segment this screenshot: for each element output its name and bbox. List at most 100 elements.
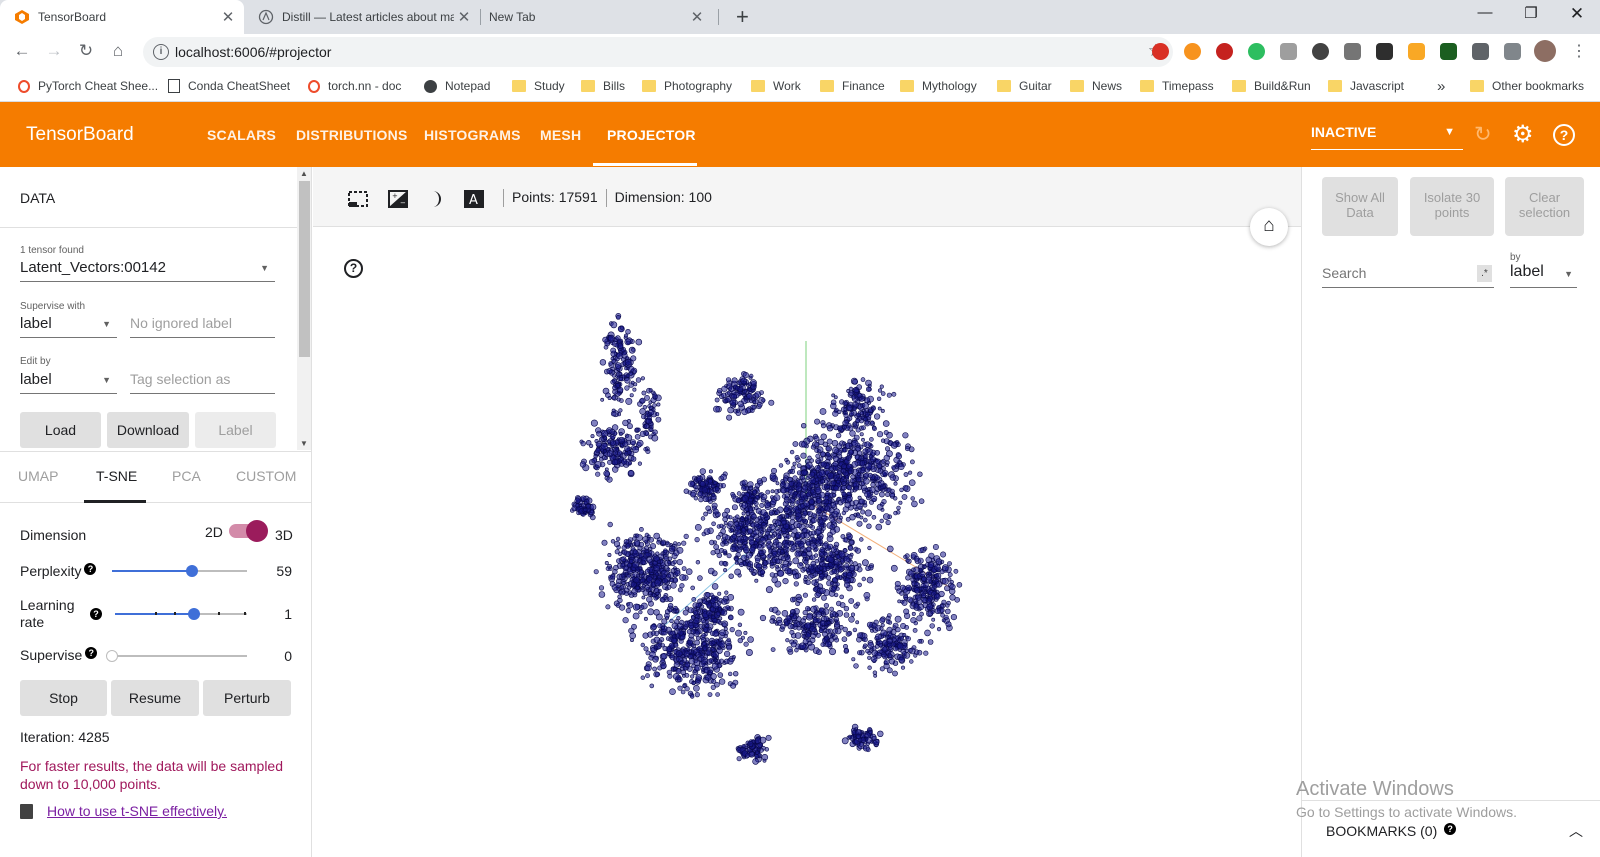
embedding-point[interactable] (722, 622, 727, 628)
embedding-point[interactable] (896, 505, 901, 511)
embedding-point[interactable] (713, 544, 720, 550)
embedding-point[interactable] (885, 519, 891, 526)
embedding-point[interactable] (636, 427, 641, 432)
embedding-point[interactable] (802, 592, 809, 598)
embedding-point[interactable] (612, 450, 618, 456)
bookmark-conda-cheatsheet[interactable]: Conda CheatSheet (168, 77, 290, 95)
embedding-point[interactable] (645, 650, 651, 656)
embedding-point[interactable] (610, 574, 616, 580)
embedding-point[interactable] (857, 582, 862, 588)
embedding-point[interactable] (911, 611, 916, 616)
embedding-point[interactable] (770, 489, 775, 494)
embedding-point[interactable] (878, 642, 884, 648)
embedding-point[interactable] (787, 562, 792, 567)
embedding-point[interactable] (893, 510, 898, 516)
embedding-point[interactable] (884, 446, 890, 452)
embedding-point[interactable] (614, 362, 622, 369)
embedding-point[interactable] (652, 393, 658, 400)
embedding-point[interactable] (606, 450, 614, 458)
embedding-point[interactable] (711, 583, 719, 590)
embedding-point[interactable] (693, 684, 700, 692)
embedding-point[interactable] (917, 603, 925, 611)
embedding-point[interactable] (820, 451, 826, 457)
embedding-point[interactable] (880, 623, 885, 628)
embedding-point[interactable] (702, 645, 708, 651)
embedding-point[interactable] (642, 405, 648, 410)
embedding-point[interactable] (761, 476, 767, 483)
embedding-point[interactable] (846, 533, 853, 540)
embedding-point[interactable] (648, 405, 653, 410)
embedding-point[interactable] (821, 594, 827, 601)
embedding-point[interactable] (842, 400, 848, 407)
embedding-point[interactable] (590, 434, 595, 439)
embedding-point[interactable] (831, 585, 837, 591)
embedding-point[interactable] (824, 505, 831, 512)
embedding-point[interactable] (662, 595, 668, 601)
embedding-point[interactable] (651, 434, 659, 442)
embedding-point[interactable] (627, 365, 635, 373)
embedding-point[interactable] (818, 628, 824, 633)
embedding-point[interactable] (840, 468, 847, 474)
embedding-point[interactable] (632, 603, 640, 611)
embedding-point[interactable] (677, 685, 683, 691)
embedding-point[interactable] (676, 676, 683, 683)
embedding-point[interactable] (650, 630, 656, 636)
embedding-point[interactable] (879, 617, 886, 624)
embedding-point[interactable] (609, 428, 616, 435)
bookmark-folder-other[interactable]: Other bookmarks (1470, 77, 1584, 95)
embedding-point[interactable] (749, 546, 756, 553)
embedding-point[interactable] (735, 514, 740, 519)
embedding-point[interactable] (713, 405, 720, 413)
moon-icon[interactable] (425, 189, 447, 209)
embedding-point[interactable] (738, 520, 744, 527)
embedding-point[interactable] (939, 603, 944, 609)
embedding-point[interactable] (824, 635, 830, 641)
tag-selection-input[interactable]: Tag selection as (130, 367, 275, 394)
embedding-point[interactable] (633, 556, 640, 563)
embedding-point[interactable] (863, 453, 869, 459)
embedding-point[interactable] (796, 470, 803, 476)
embedding-point[interactable] (883, 454, 890, 462)
embedding-point[interactable] (676, 542, 682, 547)
embedding-point[interactable] (902, 644, 908, 650)
embedding-point[interactable] (699, 468, 706, 475)
embedding-point[interactable] (949, 594, 956, 601)
data-panel-scrollbar[interactable]: ▲ ▼ (297, 167, 311, 450)
embedding-point[interactable] (862, 448, 869, 455)
embedding-point[interactable] (775, 541, 783, 549)
embedding-point[interactable] (835, 432, 842, 439)
embedding-point[interactable] (848, 616, 855, 623)
embedding-point[interactable] (766, 539, 772, 545)
embedding-point[interactable] (865, 462, 872, 470)
embedding-point[interactable] (722, 560, 727, 566)
embedding-point[interactable] (870, 628, 874, 633)
embedding-point[interactable] (748, 507, 754, 513)
embedding-point[interactable] (780, 548, 785, 553)
scroll-down-icon[interactable]: ▼ (300, 439, 308, 448)
embedding-point[interactable] (611, 359, 616, 364)
embedding-point[interactable] (826, 620, 831, 625)
embedding-point[interactable] (746, 515, 751, 520)
embedding-point[interactable] (851, 657, 856, 662)
embedding-point[interactable] (946, 600, 951, 606)
embedding-point[interactable] (905, 636, 911, 642)
search-input[interactable]: Search .* (1322, 260, 1494, 288)
embedding-point[interactable] (629, 393, 634, 398)
embedding-point[interactable] (715, 692, 720, 697)
embedding-point[interactable] (903, 608, 910, 615)
gear-icon[interactable]: ⚙ (1512, 120, 1534, 149)
embedding-point[interactable] (647, 608, 655, 616)
embedding-point[interactable] (865, 736, 873, 744)
embedding-point[interactable] (783, 477, 788, 483)
embedding-point[interactable] (747, 481, 754, 488)
embedding-point[interactable] (870, 482, 876, 488)
embedding-point[interactable] (664, 612, 670, 619)
embedding-point[interactable] (777, 569, 785, 577)
embedding-point[interactable] (865, 386, 872, 392)
embedding-point[interactable] (701, 531, 707, 537)
embedding-point[interactable] (877, 388, 883, 393)
embedding-point[interactable] (927, 639, 934, 645)
embedding-point[interactable] (644, 539, 649, 544)
embedding-point[interactable] (848, 565, 855, 572)
embedding-point[interactable] (796, 522, 802, 529)
